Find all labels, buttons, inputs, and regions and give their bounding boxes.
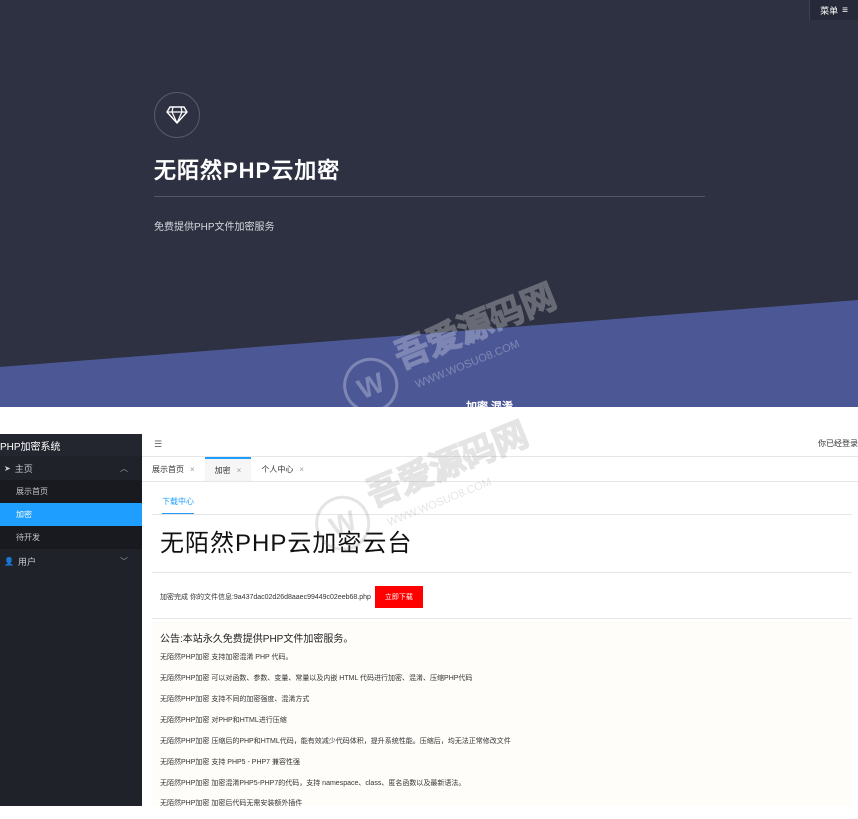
- sidebar-submenu: 展示首页 加密 待开发: [0, 480, 142, 549]
- file-info: 加密完成 你的文件信息:9a437dac02d26d8aaec99449c02e…: [160, 594, 371, 601]
- notice-panel: 公告:本站永久免费提供PHP文件加密服务。 无陌然PHP加密 支持加密混淆 PH…: [152, 622, 852, 806]
- divider: [152, 618, 852, 619]
- login-status[interactable]: 你已经登录: [818, 438, 858, 449]
- card-tabs: 下载中心: [152, 490, 852, 515]
- tab-label: 加密: [214, 465, 231, 475]
- divider: [152, 572, 852, 573]
- notice-line: 无陌然PHP加密 压缩后的PHP和HTML代码，能有效减少代码体积，提升系统性能…: [160, 738, 511, 745]
- sidebar-group-label: 用户: [17, 556, 36, 567]
- tab-encrypt[interactable]: 加密 ×: [204, 457, 252, 481]
- logo: [154, 92, 200, 138]
- hero-subtitle: 免费提供PHP文件加密服务: [154, 222, 275, 233]
- fold-menu-icon[interactable]: ☰: [154, 439, 162, 450]
- hero-diagonal-band: [0, 300, 858, 407]
- menu-label: 菜单: [820, 5, 839, 16]
- sidebar-item-pending[interactable]: 待开发: [0, 526, 142, 549]
- notice-line: 无陌然PHP加密 支持加密混淆 PHP 代码。: [160, 654, 293, 661]
- notice-line: 无陌然PHP加密 支持 PHP5 - PHP7 兼容性强: [160, 759, 301, 766]
- sidebar-item-showcase[interactable]: 展示首页: [0, 480, 142, 503]
- notice-line: 无陌然PHP加密 对PHP和HTML进行压缩: [160, 717, 287, 724]
- sidebar-group-home[interactable]: ➤ 主页 ︿: [0, 456, 142, 480]
- sidebar: PHP加密系统 ➤ 主页 ︿ 展示首页 加密 待开发 👤 用户 ﹀: [0, 434, 142, 806]
- sidebar-item-encrypt[interactable]: 加密: [0, 503, 142, 526]
- user-icon: 👤: [4, 556, 14, 566]
- page-title: 无陌然PHP云加密云台: [160, 530, 413, 557]
- hamburger-icon: ≡: [842, 4, 848, 16]
- hero-divider: [154, 196, 705, 197]
- diamond-icon: [166, 106, 188, 124]
- notice-line: 无陌然PHP加密 支持不同的加密强度、混淆方式: [160, 696, 310, 703]
- menu-button[interactable]: 菜单 ≡: [809, 0, 858, 20]
- download-button[interactable]: 立即下载: [374, 586, 423, 608]
- hero-section: 菜单 ≡ 无陌然PHP云加密 免费提供PHP文件加密服务 加密 混淆: [0, 0, 858, 407]
- content-card: 下载中心 无陌然PHP云加密云台 加密完成 你的文件信息:9a437dac02d…: [152, 490, 852, 806]
- download-row: 加密完成 你的文件信息:9a437dac02d26d8aaec99449c02e…: [160, 586, 423, 608]
- tab-label: 展示首页: [152, 464, 184, 474]
- notice-title: 公告:本站永久免费提供PHP文件加密服务。: [160, 634, 354, 645]
- close-icon[interactable]: ×: [190, 465, 195, 474]
- notice-line: 无陌然PHP加密 加密混淆PHP5-PHP7的代码，支持 namespace、c…: [160, 780, 466, 787]
- notice-line: 无陌然PHP加密 加密后代码无需安装额外插件: [160, 800, 303, 806]
- topbar: ☰ 你已经登录: [142, 434, 858, 456]
- chevron-up-icon: ︿: [120, 463, 128, 473]
- tab-showcase[interactable]: 展示首页 ×: [142, 457, 205, 481]
- hero-section-heading: 加密 混淆: [466, 401, 514, 407]
- tab-download-center[interactable]: 下载中心: [162, 496, 194, 514]
- bottom-strip: [0, 806, 858, 819]
- admin-panel: PHP加密系统 ➤ 主页 ︿ 展示首页 加密 待开发 👤 用户 ﹀ ☰ 你已经登…: [0, 434, 858, 819]
- send-icon: ➤: [4, 463, 11, 473]
- tab-label: 个人中心: [261, 464, 294, 474]
- main-area: ☰ 你已经登录 展示首页 × 加密 × 个人中心 × 下载中心 无陌然PHP云加…: [142, 434, 858, 806]
- page-tabs: 展示首页 × 加密 × 个人中心 ×: [142, 456, 858, 482]
- hero-title: 无陌然PHP云加密: [154, 158, 341, 183]
- brand: PHP加密系统: [0, 434, 142, 456]
- sidebar-group-user[interactable]: 👤 用户 ﹀: [0, 549, 142, 573]
- sidebar-group-label: 主页: [14, 463, 33, 474]
- notice-line: 无陌然PHP加密 可以对函数、参数、变量、常量以及内嵌 HTML 代码进行加密、…: [160, 675, 473, 682]
- close-icon[interactable]: ×: [299, 465, 304, 474]
- tab-user-center[interactable]: 个人中心 ×: [251, 457, 314, 481]
- chevron-down-icon: ﹀: [120, 556, 128, 566]
- close-icon[interactable]: ×: [237, 466, 242, 475]
